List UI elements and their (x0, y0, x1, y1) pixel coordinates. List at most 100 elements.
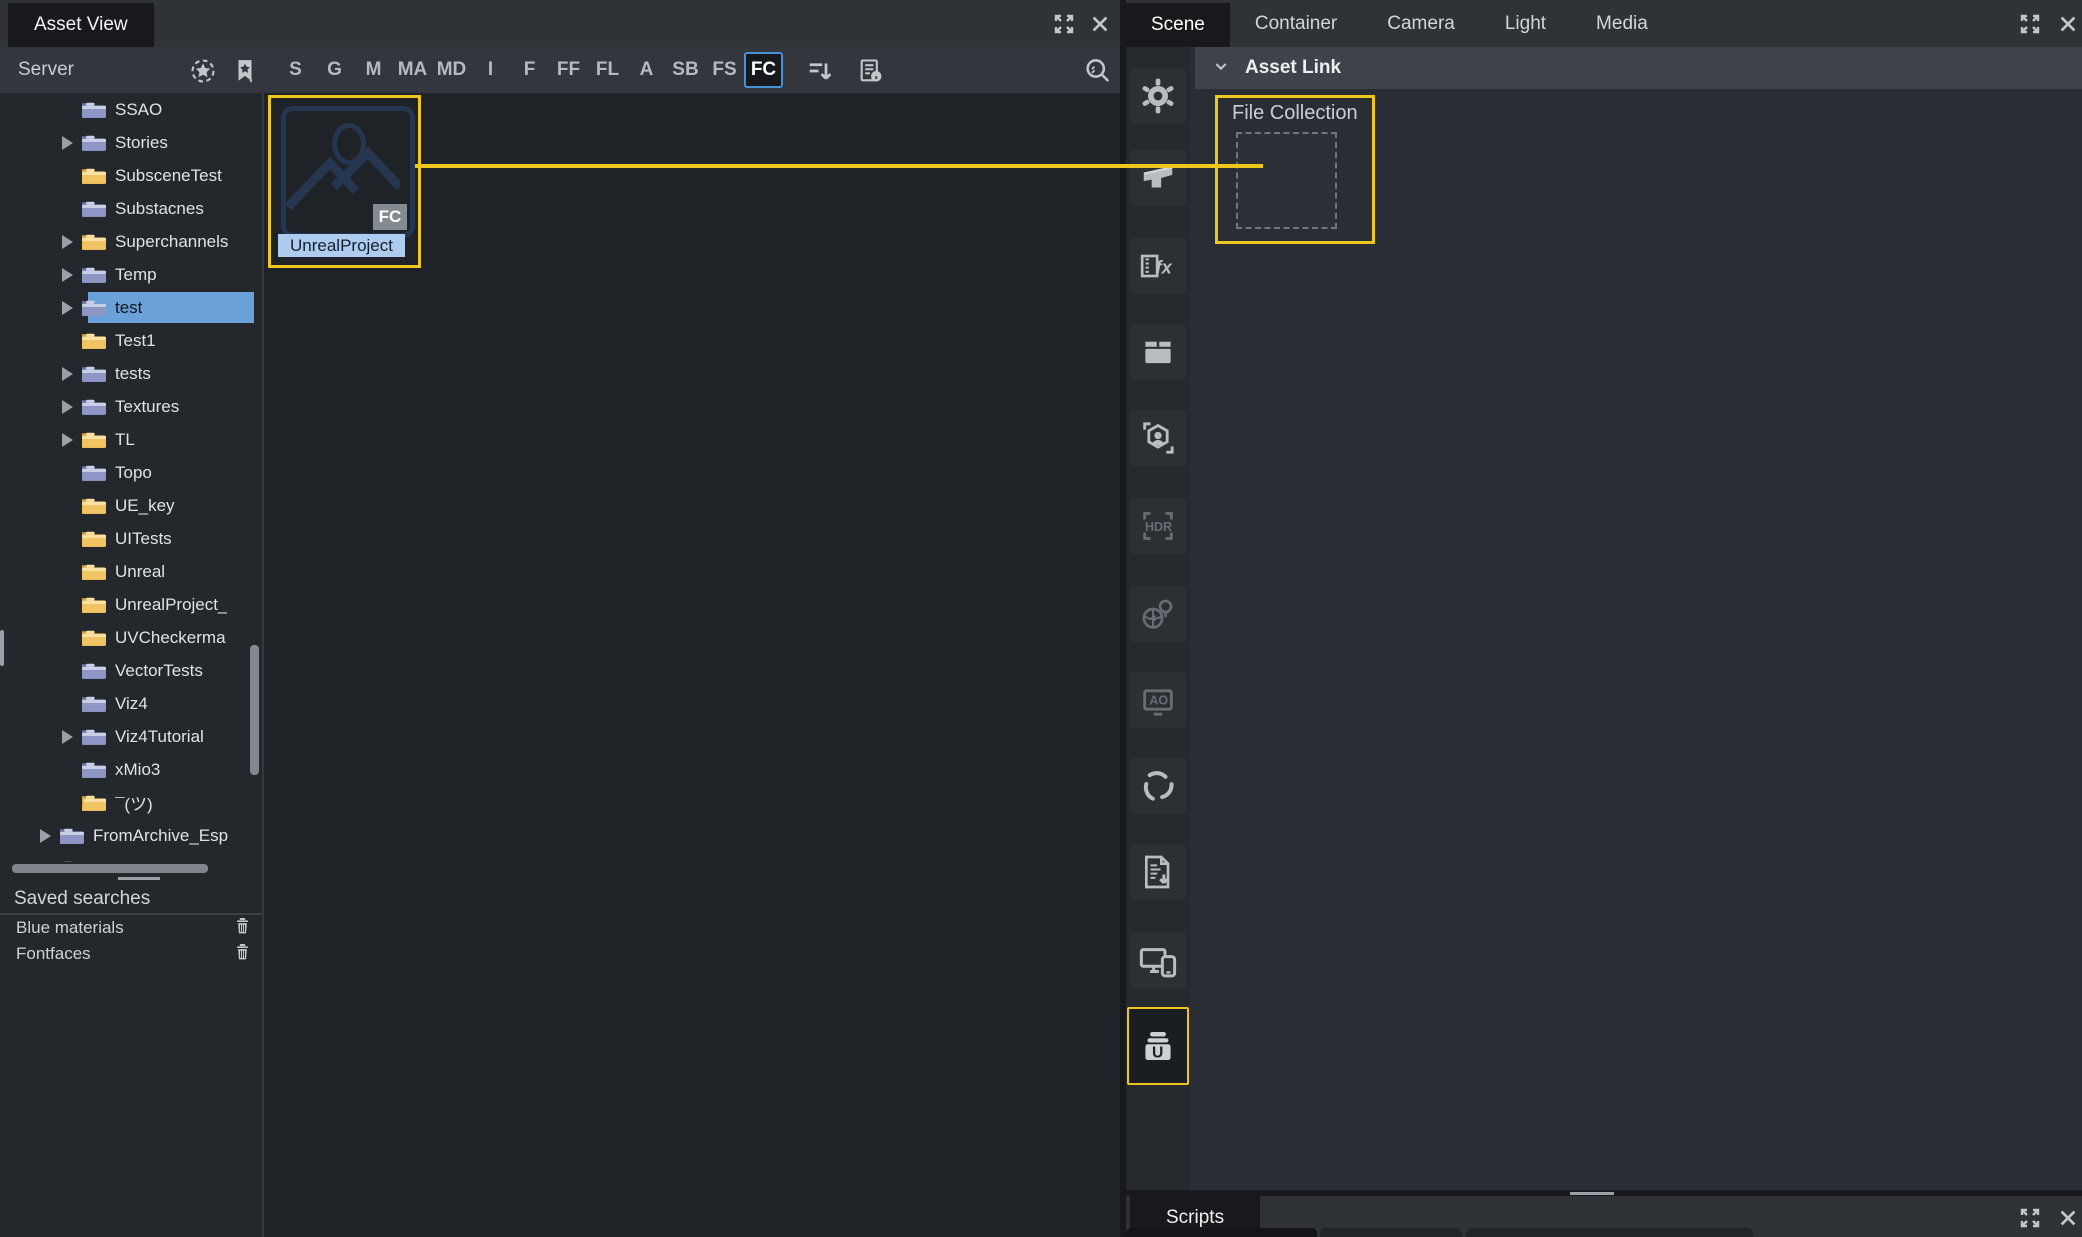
asset-name-label[interactable]: UnrealProject (278, 234, 405, 257)
sort-icon[interactable] (806, 56, 836, 86)
filter-f-button[interactable]: F (510, 52, 549, 88)
clip-fx-icon[interactable]: fx (1130, 238, 1186, 294)
expand-arrow-icon[interactable] (62, 301, 73, 315)
tab-asset-view[interactable]: Asset View (8, 3, 154, 47)
tree-item-stories[interactable]: Stories (0, 126, 262, 159)
tab-camera[interactable]: Camera (1362, 0, 1480, 47)
file-collection-icon[interactable]: U (1127, 1007, 1189, 1085)
asset-info-icon[interactable] (856, 56, 886, 86)
tree-item-ibrahim[interactable]: Ibrahim (0, 852, 262, 862)
filter-i-button[interactable]: I (471, 52, 510, 88)
folder-icon (81, 364, 106, 383)
trash-icon[interactable] (233, 942, 252, 966)
tree-item-ssao[interactable]: SSAO (0, 93, 262, 126)
file-collection-drop-zone[interactable] (1236, 132, 1337, 229)
filter-s-button[interactable]: S (276, 52, 315, 88)
filter-fc-button[interactable]: FC (744, 52, 783, 88)
folder-icon (81, 397, 106, 416)
ambient-occlusion-icon[interactable]: AO (1130, 672, 1186, 728)
tree-item-topo[interactable]: Topo (0, 456, 262, 489)
expand-arrow-icon[interactable] (62, 235, 73, 249)
filter-ff-button[interactable]: FF (549, 52, 588, 88)
filter-fs-button[interactable]: FS (705, 52, 744, 88)
svg-text:U: U (1152, 1045, 1163, 1062)
saved-search-item[interactable]: Fontfaces (0, 941, 262, 967)
tab-scene[interactable]: Scene (1126, 3, 1230, 47)
expand-icon[interactable] (2016, 1204, 2044, 1232)
expand-arrow-icon[interactable] (62, 367, 73, 381)
expand-arrow-icon[interactable] (40, 862, 51, 863)
displays-icon[interactable] (1130, 933, 1186, 989)
filter-sb-button[interactable]: SB (666, 52, 705, 88)
tree-item-unrealproject-[interactable]: UnrealProject_ (0, 588, 262, 621)
tree-item-tests[interactable]: tests (0, 357, 262, 390)
folder-name: UnrealProject_ (115, 595, 227, 615)
tree-item-temp[interactable]: Temp (0, 258, 262, 291)
tree-item-subscenetest[interactable]: SubsceneTest (0, 159, 262, 192)
expand-arrow-icon[interactable] (62, 136, 73, 150)
expand-icon[interactable] (1050, 10, 1078, 38)
tree-item-ue-key[interactable]: UE_key (0, 489, 262, 522)
expand-arrow-icon[interactable] (62, 268, 73, 282)
folder-name: UVCheckerma (115, 628, 226, 648)
tree-item-unreal[interactable]: Unreal (0, 555, 262, 588)
server-search-icon[interactable] (1082, 56, 1112, 86)
tree-vertical-scrollbar[interactable] (250, 645, 259, 775)
tree-item-superchannels[interactable]: Superchannels (0, 225, 262, 258)
script-download-icon[interactable] (1130, 844, 1186, 900)
trash-icon[interactable] (233, 916, 252, 940)
asset-grid-canvas[interactable]: FC UnrealProject (264, 93, 1120, 1237)
tree-item-viz4[interactable]: Viz4 (0, 687, 262, 720)
tree-item-test[interactable]: test (0, 291, 262, 324)
scripts-resize-handle[interactable] (1570, 1192, 1614, 1195)
window-splitter-handle[interactable] (0, 630, 4, 666)
refresh-favorites-icon[interactable] (188, 56, 218, 86)
tree-item-vectortests[interactable]: VectorTests (0, 654, 262, 687)
post-processing-icon[interactable] (1130, 758, 1186, 814)
filter-fl-button[interactable]: FL (588, 52, 627, 88)
tree-item-textures[interactable]: Textures (0, 390, 262, 423)
tree-resize-handle[interactable] (118, 877, 160, 880)
tree-item--[interactable]: ¯(ツ) (0, 786, 262, 819)
expand-arrow-icon[interactable] (62, 433, 73, 447)
expand-arrow-icon[interactable] (62, 400, 73, 414)
tree-item-xmio3[interactable]: xMio3 (0, 753, 262, 786)
filter-md-button[interactable]: MD (432, 52, 471, 88)
asset-link-section-header[interactable]: Asset Link (1195, 47, 2082, 89)
close-icon[interactable] (1086, 10, 1114, 38)
tree-item-fromarchive-esp[interactable]: FromArchive_Esp (0, 819, 262, 852)
chevron-down-icon (1213, 58, 1229, 79)
filter-m-button[interactable]: M (354, 52, 393, 88)
filter-ma-button[interactable]: MA (393, 52, 432, 88)
folder-name: UITests (115, 529, 172, 549)
expand-arrow-icon[interactable] (62, 730, 73, 744)
expand-icon[interactable] (2016, 10, 2044, 38)
scene-capture-icon[interactable] (1130, 410, 1186, 466)
settings-icon[interactable] (1130, 68, 1186, 124)
asset-thumbnail[interactable]: FC (281, 106, 415, 238)
stage-icon[interactable] (1130, 150, 1186, 206)
tree-item-uvcheckerma[interactable]: UVCheckerma (0, 621, 262, 654)
tab-media[interactable]: Media (1571, 0, 1673, 47)
close-icon[interactable] (2054, 10, 2082, 38)
video-clips-icon[interactable] (1130, 324, 1186, 380)
filter-a-button[interactable]: A (627, 52, 666, 88)
global-illumination-icon[interactable] (1130, 586, 1186, 642)
filter-g-button[interactable]: G (315, 52, 354, 88)
saved-search-item[interactable]: Blue materials (0, 915, 262, 941)
tree-item-viz4tutorial[interactable]: Viz4Tutorial (0, 720, 262, 753)
bookmark-icon[interactable] (230, 56, 260, 86)
tree-item-substacnes[interactable]: Substacnes (0, 192, 262, 225)
expand-arrow-icon[interactable] (40, 829, 51, 843)
hdr-icon[interactable]: HDR (1130, 498, 1186, 554)
folder-name: FromArchive_Esp (93, 826, 228, 846)
tree-item-uitests[interactable]: UITests (0, 522, 262, 555)
tab-light[interactable]: Light (1480, 0, 1571, 47)
tab-container[interactable]: Container (1230, 0, 1362, 47)
tree-item-test1[interactable]: Test1 (0, 324, 262, 357)
tree-item-tl[interactable]: TL (0, 423, 262, 456)
server-label: Server (18, 47, 74, 93)
tree-horizontal-scrollbar[interactable] (12, 864, 208, 873)
folder-name: SSAO (115, 100, 162, 120)
close-icon[interactable] (2054, 1204, 2082, 1232)
